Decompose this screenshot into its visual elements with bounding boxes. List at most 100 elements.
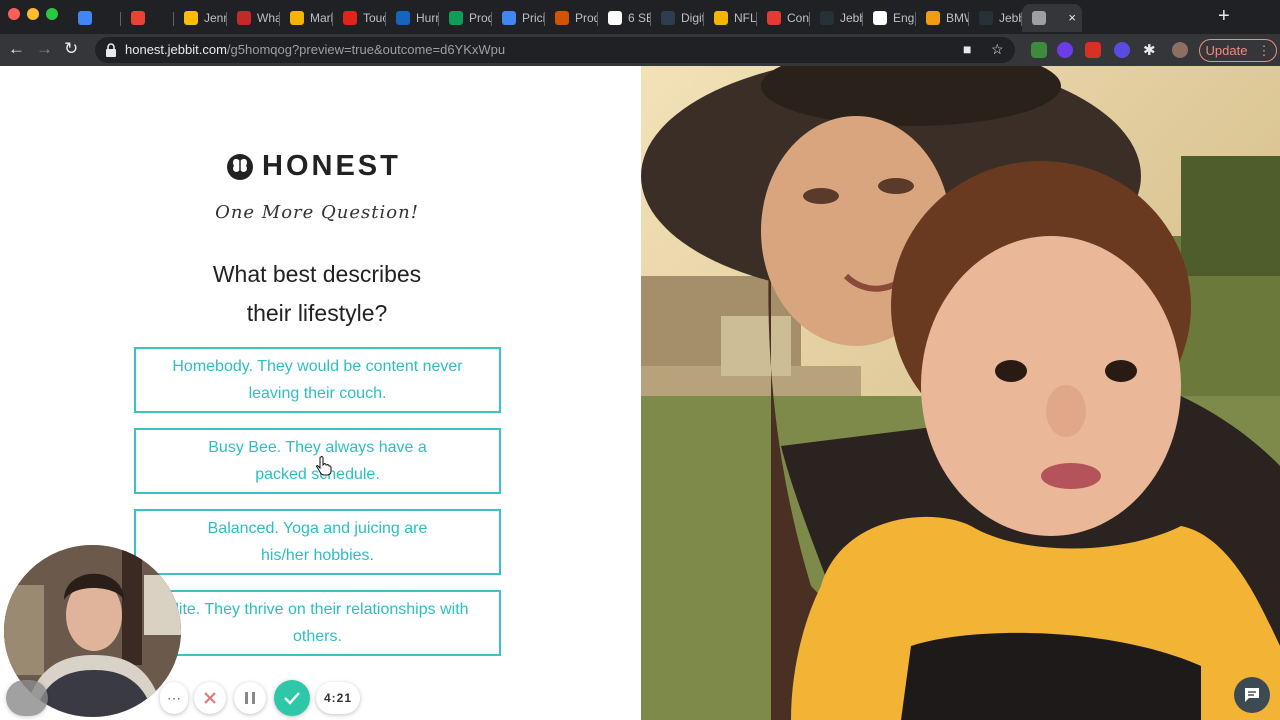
bookmark-star-icon[interactable]: ☆ xyxy=(991,41,1004,58)
new-tab-button[interactable]: + xyxy=(1218,6,1230,26)
recorder-handle[interactable] xyxy=(6,680,48,716)
tab-label: Jebb xyxy=(840,11,863,25)
tab-label: Hurr xyxy=(416,11,439,25)
close-tab-icon[interactable]: × xyxy=(1068,10,1076,25)
browser-tab[interactable]: Mark xyxy=(280,4,333,32)
chat-icon xyxy=(1245,688,1259,702)
extension-icon[interactable] xyxy=(1114,42,1130,58)
mother-and-child-photo xyxy=(641,66,1280,720)
tab-label: What xyxy=(257,11,280,25)
url-text: honest.jebbit.com/g5homqog?preview=true&… xyxy=(125,42,506,57)
tab-label: BMW xyxy=(946,11,969,25)
tagline: One More Question! xyxy=(215,202,419,223)
extension-icon[interactable] xyxy=(1085,42,1101,58)
calendar-icon xyxy=(78,11,92,25)
butterfly-icon xyxy=(227,153,253,180)
tab-label: Mark xyxy=(310,11,333,25)
j-icon xyxy=(820,11,834,25)
browser-tab[interactable]: Touc xyxy=(333,4,386,32)
more-options-icon[interactable]: ⋯ xyxy=(160,682,188,714)
browser-tab[interactable]: Digit xyxy=(651,4,704,32)
browser-tab[interactable]: Engi xyxy=(863,4,916,32)
close-window-button[interactable] xyxy=(8,8,20,20)
question-heading: What best describes their lifestyle? xyxy=(212,261,422,326)
ring-icon xyxy=(767,11,781,25)
site-icon xyxy=(396,11,410,25)
tab-label: Engi xyxy=(893,11,916,25)
tab-label: Digit xyxy=(681,11,704,25)
extension-icon[interactable] xyxy=(1057,42,1073,58)
r-icon xyxy=(608,11,622,25)
brand-name: HONEST xyxy=(262,150,401,182)
record-icon xyxy=(1032,11,1046,25)
page-content: HONEST One More Question! What best desc… xyxy=(0,66,1280,720)
docs-icon xyxy=(502,11,516,25)
browser-tab[interactable]: Jenn xyxy=(174,4,227,32)
tab-label: Touc xyxy=(363,11,386,25)
lock-icon xyxy=(106,43,116,57)
browser-tab[interactable] xyxy=(121,4,174,32)
hand-cursor-icon xyxy=(316,456,332,476)
gmail-icon xyxy=(131,11,145,25)
sheets-icon xyxy=(449,11,463,25)
browser-tab[interactable]: Prod xyxy=(439,4,492,32)
recording-timer: 4:21 xyxy=(316,682,360,714)
tab-label: Prod xyxy=(575,11,598,25)
answer-option-homebody[interactable]: Homebody. They would be content never lea… xyxy=(134,347,501,413)
tab-label: Pricir xyxy=(522,11,545,25)
tab-label: 6 SE xyxy=(628,11,651,25)
checkmark-icon xyxy=(284,692,300,705)
dot-icon xyxy=(873,11,887,25)
chat-button[interactable] xyxy=(1234,677,1270,713)
slides-icon xyxy=(714,11,728,25)
tab-label: Jenn xyxy=(204,11,227,25)
more-menu-icon[interactable]: ⋮ xyxy=(1257,43,1270,59)
cancel-recording-button[interactable] xyxy=(194,682,226,714)
reload-icon[interactable]: ↻ xyxy=(64,39,78,59)
browser-tab[interactable]: 6 SE xyxy=(598,4,651,32)
tab-label: NFL xyxy=(734,11,757,25)
puzzle-icon[interactable]: ✱ xyxy=(1143,41,1156,59)
extension-icon[interactable] xyxy=(1031,42,1047,58)
browser-tab[interactable]: Prod xyxy=(545,4,598,32)
tab-strip: Jenn What Mark Touc Hurr Prod Pricir Prod 6 SE Di… xyxy=(68,4,1082,32)
browser-tab[interactable]: Cont xyxy=(757,4,810,32)
maximize-window-button[interactable] xyxy=(46,8,58,20)
browser-tab[interactable]: Jebb xyxy=(810,4,863,32)
profile-avatar[interactable] xyxy=(1172,42,1188,58)
update-button[interactable]: Update ⋮ xyxy=(1199,39,1277,62)
browser-tab[interactable]: Jebb xyxy=(969,4,1022,32)
browser-tab[interactable]: × xyxy=(1022,4,1082,32)
minimize-window-button[interactable] xyxy=(27,8,39,20)
pause-icon xyxy=(245,692,255,704)
tab-label: Jebb xyxy=(999,11,1022,25)
hbr-icon xyxy=(237,11,251,25)
browser-tab[interactable]: BMW xyxy=(916,4,969,32)
pause-recording-button[interactable] xyxy=(234,682,266,714)
browser-tab-bar: Jenn What Mark Touc Hurr Prod Pricir Prod 6 SE Di… xyxy=(0,0,1280,34)
tab-label: Prod xyxy=(469,11,492,25)
camera-icon[interactable]: ■ xyxy=(963,41,971,57)
tab-label: Cont xyxy=(787,11,810,25)
address-bar[interactable]: honest.jebbit.com/g5homqog?preview=true&… xyxy=(95,37,1015,63)
brand-logo: HONEST xyxy=(226,150,401,183)
j-icon xyxy=(979,11,993,25)
browser-tab[interactable]: Hurr xyxy=(386,4,439,32)
forward-icon[interactable]: → xyxy=(36,39,53,59)
close-icon xyxy=(204,692,216,704)
slides-icon xyxy=(290,11,304,25)
browser-tab[interactable] xyxy=(68,4,121,32)
a-icon xyxy=(926,11,940,25)
answer-option-balanced[interactable]: Balanced. Yoga and juicing are his/her ho… xyxy=(134,509,501,575)
browser-tab[interactable]: NFL xyxy=(704,4,757,32)
circle-icon xyxy=(661,11,675,25)
p-icon xyxy=(555,11,569,25)
finish-recording-button[interactable] xyxy=(274,680,310,716)
browser-tab[interactable]: What xyxy=(227,4,280,32)
drive-icon xyxy=(184,11,198,25)
m-icon xyxy=(343,11,357,25)
browser-toolbar: ← → ↻ honest.jebbit.com/g5homqog?preview… xyxy=(0,34,1280,66)
answer-option-socialite[interactable]: alite. They thrive on their relationship… xyxy=(134,590,501,656)
browser-tab[interactable]: Pricir xyxy=(492,4,545,32)
back-icon[interactable]: ← xyxy=(8,39,25,59)
